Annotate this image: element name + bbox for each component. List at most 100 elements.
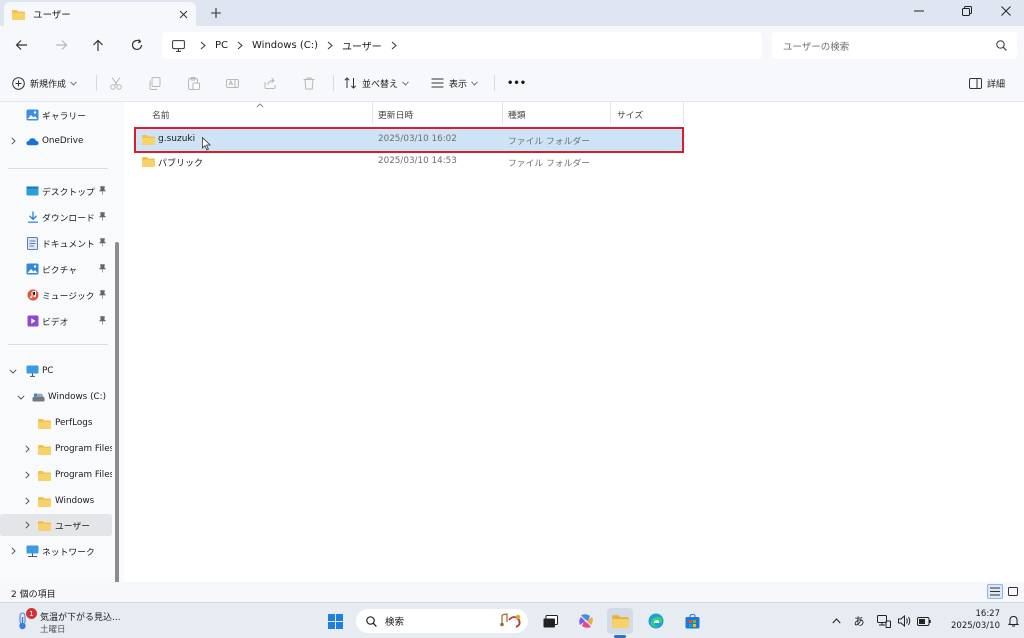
pictures-icon [26,263,39,276]
sidebar-scrollbar[interactable] [115,242,119,638]
sidebar-item-videos[interactable]: ビデオ [0,310,112,332]
address-bar[interactable]: PC Windows (C:) ユーザー [162,32,762,59]
sidebar-item-program-files[interactable]: Program Files [0,438,112,460]
sidebar-item-drive-c[interactable]: Windows (C:) [0,386,112,408]
battery-icon[interactable] [916,613,932,629]
file-explorer-taskbar-button[interactable] [607,608,633,634]
rename-icon [226,77,239,90]
chevron-right-icon[interactable] [22,520,32,530]
column-divider[interactable] [502,102,503,124]
folder-icon [142,134,155,145]
chevron-down-icon[interactable] [8,366,18,376]
system-clock[interactable]: 16:27 2025/03/10 [940,608,1000,632]
new-label: 新規作成 [30,79,67,90]
tab-users[interactable]: ユーザー [4,2,196,26]
taskbar: 1 気温が下がる見込... 土曜日 検索 あ 16:27 2025/03/10 [0,602,1024,638]
minimize-button[interactable] [908,3,930,19]
volume-icon[interactable] [897,613,913,629]
new-tab-button[interactable] [208,5,224,21]
chevron-right-icon[interactable] [22,496,32,506]
copy-button[interactable] [149,74,161,92]
more-options-button[interactable]: ••• [507,74,526,92]
share-button[interactable] [264,74,277,92]
breadcrumb-users[interactable]: ユーザー [342,38,382,53]
sidebar-item-pc[interactable]: PC [0,360,112,382]
column-type[interactable]: 種類 [508,108,526,121]
chevron-right-icon[interactable] [8,546,18,556]
address-row: PC Windows (C:) ユーザー ユーザーの検索 [0,26,1024,64]
chevron-down-icon [402,80,409,86]
up-button[interactable] [89,36,107,54]
restore-button[interactable] [956,3,978,19]
sidebar-item-perflogs[interactable]: PerfLogs [0,412,112,434]
sidebar-item-downloads[interactable]: ダウンロード [0,206,112,228]
paste-button[interactable] [188,74,200,92]
column-size[interactable]: サイズ [617,108,643,121]
file-row-g-suzuki[interactable]: g.suzuki 2025/03/10 16:02 ファイル フォルダー [134,127,684,153]
command-bar: 新規作成 並べ替え 表示 ••• 詳細 [0,64,1024,102]
taskbar-search[interactable]: 検索 [356,609,528,633]
file-name: g.suzuki [158,134,196,144]
cut-button[interactable] [110,74,122,92]
chevron-right-icon [197,40,209,52]
chevron-right-icon[interactable] [8,136,18,146]
refresh-button[interactable] [128,36,146,54]
title-bar: ユーザー [0,0,1024,26]
column-name[interactable]: 名前 [152,108,170,121]
sidebar-item-onedrive[interactable]: OneDrive [0,130,112,152]
details-view-button[interactable] [987,584,1003,599]
column-divider[interactable] [610,102,611,124]
column-divider[interactable] [683,102,684,124]
sidebar-item-desktop[interactable]: デスクトップ [0,180,112,202]
ime-indicator[interactable]: あ [851,613,867,629]
column-divider[interactable] [372,102,373,124]
copilot-button[interactable] [573,608,599,634]
chevron-right-icon[interactable] [22,470,32,480]
clock-date: 2025/03/10 [951,621,1000,631]
sidebar-item-program-files-x86[interactable]: Program Files [0,464,112,486]
close-window-button[interactable] [995,3,1017,19]
sidebar-item-documents[interactable]: ドキュメント [0,232,112,254]
back-button[interactable] [12,36,30,54]
chevron-down-icon[interactable] [16,392,26,402]
column-modified[interactable]: 更新日時 [378,108,413,121]
task-view-button[interactable] [537,608,563,634]
sidebar-item-pictures[interactable]: ピクチャ [0,258,112,280]
toolbar-divider [96,75,97,91]
breadcrumb-drive[interactable]: Windows (C:) [252,40,318,51]
notifications-bell-icon[interactable] [1008,615,1019,627]
file-row-public[interactable]: パブリック 2025/03/10 14:53 ファイル フォルダー [136,151,682,173]
toolbar-divider [494,75,495,91]
weather-widget[interactable]: 1 気温が下がる見込... 土曜日 [14,607,134,635]
sort-button[interactable]: 並べ替え [344,74,409,92]
sidebar-item-network[interactable]: ネットワーク [0,540,112,562]
breadcrumb-pc[interactable]: PC [215,40,228,51]
details-pane-button[interactable]: 詳細 [969,74,1005,92]
tiles-view-icon [1008,587,1018,596]
forward-button[interactable] [52,36,70,54]
tiles-view-button[interactable] [1005,584,1021,599]
view-button[interactable]: 表示 [431,74,478,92]
store-button[interactable] [679,608,705,634]
chevron-right-icon[interactable] [22,444,32,454]
sidebar-item-label: ドキュメント [42,239,95,250]
rename-button[interactable] [226,74,239,92]
start-button[interactable] [322,608,348,634]
delete-button[interactable] [303,74,315,92]
view-label: 表示 [449,79,468,90]
network-tray-icon[interactable] [876,613,892,629]
folder-icon [38,519,51,532]
sidebar-item-windows[interactable]: Windows [0,490,112,512]
pin-icon [99,264,106,273]
sidebar-item-music[interactable]: ミュージック [0,284,112,306]
edge-button[interactable] [643,608,669,634]
store-icon [685,613,700,629]
tray-overflow-chevron-icon[interactable] [828,613,844,629]
close-tab-button[interactable] [176,7,190,21]
new-button[interactable]: 新規作成 [12,74,77,92]
video-icon [26,315,39,328]
sidebar-divider [8,344,108,345]
sidebar-item-users[interactable]: ユーザー [0,514,112,536]
sidebar-item-gallery[interactable]: ギャラリー [0,104,112,126]
search-input[interactable]: ユーザーの検索 [772,32,1017,59]
